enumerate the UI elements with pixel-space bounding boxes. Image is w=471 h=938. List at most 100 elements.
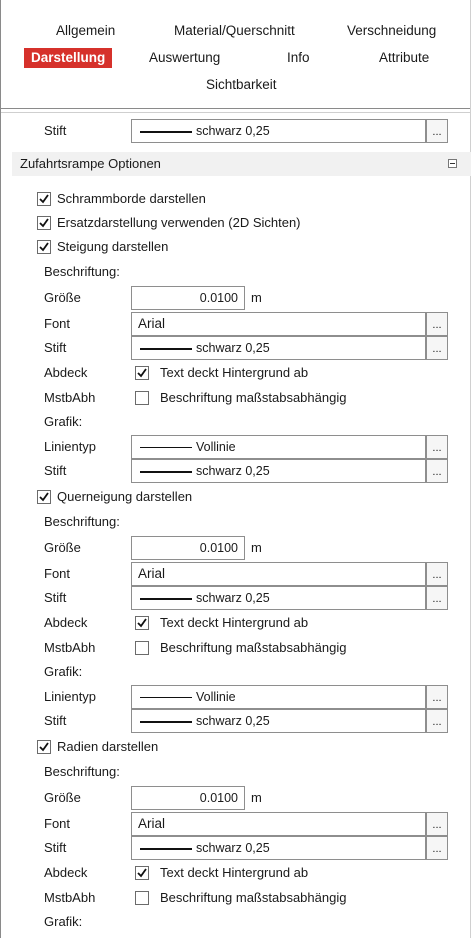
steigung-linetype-row: Linientyp Vollinie ...	[0, 435, 471, 459]
pen-line-sample	[140, 721, 192, 723]
tabs-separator	[1, 108, 470, 109]
font-value: Arial	[138, 816, 166, 831]
check-icon	[39, 194, 49, 204]
font-label: Font	[44, 316, 71, 331]
abdeck-checkbox[interactable]	[135, 616, 149, 630]
tab-info[interactable]: Info	[287, 50, 310, 65]
check-icon	[137, 368, 147, 378]
size-unit: m	[251, 290, 262, 305]
tab-auswertung[interactable]: Auswertung	[149, 50, 220, 65]
pen-value: schwarz 0,25	[196, 714, 270, 728]
querneigung-abdeck-row: Abdeck Text deckt Hintergrund ab	[0, 611, 471, 635]
pen-browse-button[interactable]: ...	[426, 336, 448, 360]
mstbabh-checkbox[interactable]	[135, 391, 149, 405]
mstbabh-label: MstbAbh	[44, 390, 96, 405]
mstbabh-label: MstbAbh	[44, 640, 96, 655]
radien-font-field[interactable]: Arial	[131, 812, 426, 836]
check-icon	[39, 742, 49, 752]
abdeck-checkbox[interactable]	[135, 866, 149, 880]
pen-label: Stift	[44, 340, 67, 355]
querneigung-font-field[interactable]: Arial	[131, 562, 426, 586]
steigung-grafik-label: Grafik:	[44, 414, 83, 429]
pen-label: Stift	[44, 463, 67, 478]
querneigung-row: Querneigung darstellen	[0, 485, 471, 509]
radien-pen-field[interactable]: schwarz 0,25	[131, 836, 426, 860]
tab-verschneidung[interactable]: Verschneidung	[347, 23, 436, 38]
pen-label: Stift	[44, 840, 67, 855]
linetype-value: Vollinie	[196, 690, 236, 704]
font-browse-button[interactable]: ...	[426, 312, 448, 336]
section-title: Zufahrtsrampe Optionen	[20, 156, 161, 171]
steigung-grafik-pen-field[interactable]: schwarz 0,25	[131, 459, 426, 483]
steigung-font-field[interactable]: Arial	[131, 312, 426, 336]
querneigung-beschriftung-label: Beschriftung:	[44, 514, 120, 529]
tab-darstellung[interactable]: Darstellung	[24, 48, 113, 68]
steigung-beschriftung-label: Beschriftung:	[44, 264, 120, 279]
steigung-linetype-field[interactable]: Vollinie	[131, 435, 426, 459]
tab-attribute[interactable]: Attribute	[379, 50, 429, 65]
schramm-row: Schrammborde darstellen	[0, 187, 471, 211]
querneigung-pen-field[interactable]: schwarz 0,25	[131, 586, 426, 610]
steigung-pen-row: Stift schwarz 0,25 ...	[0, 336, 471, 360]
steigung-mstbabh-row: MstbAbh Beschriftung maßstabsabhängig	[0, 386, 471, 410]
property-tabs: Allgemein Material/Querschnitt Verschnei…	[1, 0, 470, 108]
size-label: Größe	[44, 540, 81, 555]
pen-browse-button[interactable]: ...	[426, 709, 448, 733]
abdeck-checkbox[interactable]	[135, 366, 149, 380]
querneigung-checkbox[interactable]	[37, 490, 51, 504]
line-sample	[140, 697, 192, 698]
radien-checkbox[interactable]	[37, 740, 51, 754]
pen-browse-button[interactable]: ...	[426, 459, 448, 483]
mstbabh-text: Beschriftung maßstabsabhängig	[160, 390, 347, 405]
radien-size-input[interactable]: 0.0100	[131, 786, 245, 810]
pen-browse-button[interactable]: ...	[426, 586, 448, 610]
size-value: 0.0100	[199, 791, 238, 805]
steigung-checkbox[interactable]	[37, 240, 51, 254]
size-unit: m	[251, 790, 262, 805]
check-icon	[137, 618, 147, 628]
font-browse-button[interactable]: ...	[426, 812, 448, 836]
querneigung-grafik-pen-field[interactable]: schwarz 0,25	[131, 709, 426, 733]
section-header[interactable]: Zufahrtsrampe Optionen	[12, 152, 471, 176]
mstbabh-label: MstbAbh	[44, 890, 96, 905]
pen-value: schwarz 0,25	[196, 124, 270, 138]
mstbabh-checkbox[interactable]	[135, 891, 149, 905]
steigung-size-input[interactable]: 0.0100	[131, 286, 245, 310]
abdeck-label: Abdeck	[44, 865, 88, 880]
pen-browse-button[interactable]: ...	[426, 836, 448, 860]
ersatz-label: Ersatzdarstellung verwenden (2D Sichten)	[57, 215, 301, 230]
schramm-checkbox[interactable]	[37, 192, 51, 206]
pen-browse-button[interactable]: ...	[426, 119, 448, 143]
steigung-size-row: Größe 0.0100 m	[0, 286, 471, 310]
linetype-value: Vollinie	[196, 440, 236, 454]
size-unit: m	[251, 540, 262, 555]
check-icon	[39, 218, 49, 228]
steigung-font-row: Font Arial ...	[0, 312, 471, 336]
pen-value: schwarz 0,25	[196, 841, 270, 855]
line-sample	[140, 447, 192, 448]
content-top-border	[1, 112, 470, 113]
steigung-pen-field[interactable]: schwarz 0,25	[131, 336, 426, 360]
collapse-icon[interactable]	[448, 159, 457, 168]
mstbabh-text: Beschriftung maßstabsabhängig	[160, 890, 347, 905]
tab-allgemein[interactable]: Allgemein	[56, 23, 115, 38]
pen-label: Stift	[44, 123, 67, 138]
mstbabh-checkbox[interactable]	[135, 641, 149, 655]
abdeck-text: Text deckt Hintergrund ab	[160, 865, 309, 880]
ersatz-checkbox[interactable]	[37, 216, 51, 230]
pen-field[interactable]: schwarz 0,25	[131, 119, 426, 143]
querneigung-size-input[interactable]: 0.0100	[131, 536, 245, 560]
radien-row: Radien darstellen	[0, 735, 471, 759]
pen-line-sample	[140, 348, 192, 350]
check-icon	[39, 492, 49, 502]
font-browse-button[interactable]: ...	[426, 562, 448, 586]
pen-line-sample	[140, 848, 192, 850]
pen-line-sample	[140, 471, 192, 473]
linetype-browse-button[interactable]: ...	[426, 435, 448, 459]
abdeck-text: Text deckt Hintergrund ab	[160, 365, 309, 380]
tab-sichtbarkeit[interactable]: Sichtbarkeit	[206, 77, 277, 92]
top-pen-row: Stift schwarz 0,25 ...	[0, 119, 471, 143]
linetype-browse-button[interactable]: ...	[426, 685, 448, 709]
tab-material-querschnitt[interactable]: Material/Querschnitt	[174, 23, 295, 38]
querneigung-linetype-field[interactable]: Vollinie	[131, 685, 426, 709]
